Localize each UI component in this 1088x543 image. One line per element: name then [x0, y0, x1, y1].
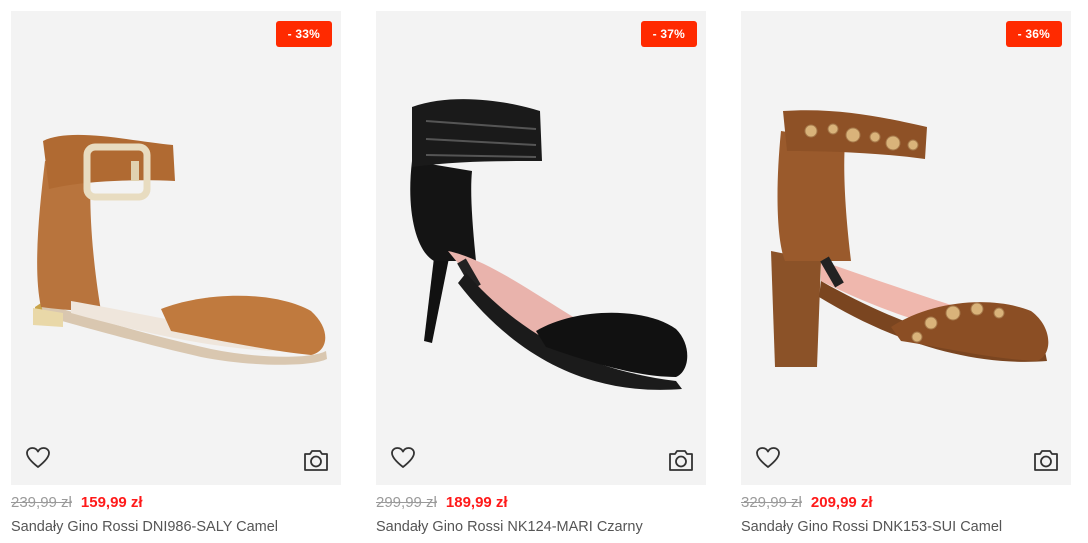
camera-icon[interactable] — [302, 447, 330, 473]
block-heel-sandal-image — [771, 110, 1049, 367]
camera-icon[interactable] — [667, 447, 695, 473]
product-image[interactable]: - 37% — [376, 11, 706, 485]
product-image[interactable]: - 33% — [11, 11, 341, 485]
product-card[interactable]: - 33% 239,99 zł 159,99 zł Sandały Gino Ro… — [11, 11, 341, 541]
flat-sandal-image — [33, 134, 327, 365]
sale-price: 159,99 zł — [80, 494, 143, 511]
product-card[interactable]: - 36% 329,99 zł 209,99 zł Sandały Gino Ro… — [741, 11, 1071, 541]
price-row: 239,99 zł 159,99 zł — [11, 493, 143, 513]
product-name-link[interactable]: Sandały Gino Rossi DNI986-SALY Camel — [11, 517, 341, 537]
discount-badge: - 37% — [640, 21, 697, 47]
product-name-link[interactable]: Sandały Gino Rossi DNK153-SUI Camel — [741, 517, 1071, 537]
price-row: 299,99 zł 189,99 zł — [376, 493, 508, 513]
product-grid: - 33% 239,99 zł 159,99 zł Sandały Gino Ro… — [0, 0, 1088, 543]
product-name-link[interactable]: Sandały Gino Rossi NK124-MARI Czarny — [376, 517, 706, 537]
old-price: 329,99 zł — [741, 494, 802, 511]
heart-icon[interactable] — [390, 445, 416, 471]
sale-price: 209,99 zł — [810, 494, 873, 511]
product-card[interactable]: - 37% 299,99 zł 189,99 zł Sandały Gino Ro… — [376, 11, 706, 541]
old-price: 299,99 zł — [376, 494, 437, 511]
discount-badge: - 36% — [1005, 21, 1062, 47]
discount-badge: - 33% — [275, 21, 332, 47]
old-price: 239,99 zł — [11, 494, 72, 511]
price-row: 329,99 zł 209,99 zł — [741, 493, 873, 513]
heart-icon[interactable] — [755, 445, 781, 471]
camera-icon[interactable] — [1032, 447, 1060, 473]
sale-price: 189,99 zł — [445, 494, 508, 511]
heart-icon[interactable] — [25, 445, 51, 471]
product-image[interactable]: - 36% — [741, 11, 1071, 485]
heeled-sandal-black-image — [410, 99, 688, 390]
